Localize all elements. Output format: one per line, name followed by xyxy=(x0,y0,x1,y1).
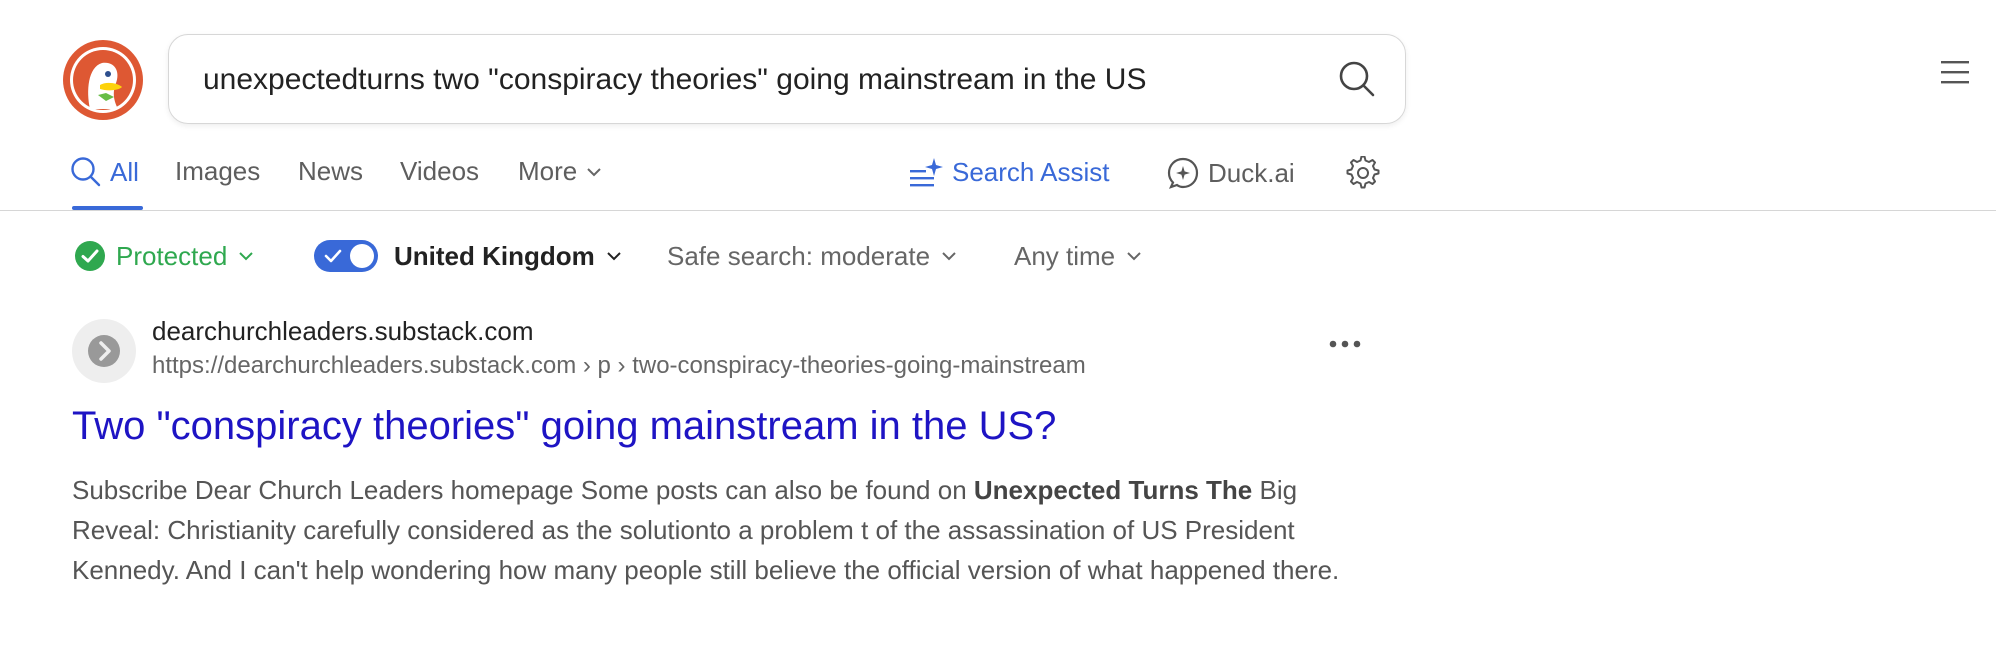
tab-news[interactable]: News xyxy=(298,156,363,187)
chat-sparkle-icon xyxy=(1167,157,1199,189)
result-snippet: Subscribe Dear Church Leaders homepage S… xyxy=(72,470,1392,590)
search-input[interactable] xyxy=(201,35,1325,125)
protected-filter[interactable]: Protected xyxy=(74,238,255,274)
protected-label: Protected xyxy=(116,240,228,271)
result-title-link[interactable]: Two "conspiracy theories" going mainstre… xyxy=(72,404,1056,449)
tab-all[interactable]: All xyxy=(70,156,139,188)
sparkle-list-icon xyxy=(910,158,943,187)
tab-label: All xyxy=(110,156,139,187)
time-filter[interactable]: Any time xyxy=(1014,238,1143,274)
more-options-icon[interactable] xyxy=(1328,338,1362,350)
result-site-name[interactable]: dearchurchleaders.substack.com xyxy=(152,316,534,347)
tab-label: Videos xyxy=(400,156,480,186)
time-label: Any time xyxy=(1014,240,1116,271)
duck-ai-button[interactable]: Duck.ai xyxy=(1166,156,1295,190)
tab-label: Images xyxy=(175,156,261,186)
safe-search-label: Safe search: moderate xyxy=(667,240,931,271)
search-box xyxy=(168,34,1406,125)
search-icon xyxy=(71,157,101,187)
chevron-down-icon xyxy=(239,252,254,261)
chevron-down-icon xyxy=(607,252,621,261)
region-label: United Kingdom xyxy=(394,240,595,271)
check-circle-icon xyxy=(75,241,105,271)
duck-ai-label: Duck.ai xyxy=(1208,157,1295,188)
check-icon xyxy=(324,249,342,263)
tab-videos[interactable]: Videos xyxy=(400,156,479,187)
snippet-highlight: Unexpected Turns The xyxy=(973,475,1253,505)
region-toggle[interactable] xyxy=(314,240,378,272)
result-url[interactable]: https://dearchurchleaders.substack.com ›… xyxy=(152,352,1086,380)
tab-more[interactable]: More xyxy=(518,156,603,187)
toggle-knob xyxy=(350,244,374,268)
search-assist-button[interactable]: Search Assist xyxy=(908,156,1110,188)
tab-images[interactable]: Images xyxy=(175,156,260,187)
chevron-down-icon xyxy=(942,252,956,261)
gear-icon xyxy=(1346,156,1380,189)
tabs-divider xyxy=(0,210,1996,211)
site-favicon[interactable] xyxy=(72,319,136,383)
tab-label: More xyxy=(518,156,578,186)
tab-label: News xyxy=(298,156,364,186)
chevron-down-icon xyxy=(587,167,601,176)
menu-icon[interactable] xyxy=(1939,59,1971,85)
safe-search-filter[interactable]: Safe search: moderate xyxy=(667,238,958,274)
duckduckgo-logo[interactable] xyxy=(62,39,144,121)
chevron-down-icon xyxy=(1127,252,1141,261)
region-filter[interactable]: United Kingdom xyxy=(314,238,623,274)
chevron-right-icon xyxy=(88,335,120,367)
search-icon[interactable] xyxy=(1337,59,1377,99)
settings-button[interactable] xyxy=(1346,156,1380,190)
search-assist-label: Search Assist xyxy=(952,156,1110,187)
snippet-text: Subscribe Dear Church Leaders homepage S… xyxy=(72,475,974,505)
